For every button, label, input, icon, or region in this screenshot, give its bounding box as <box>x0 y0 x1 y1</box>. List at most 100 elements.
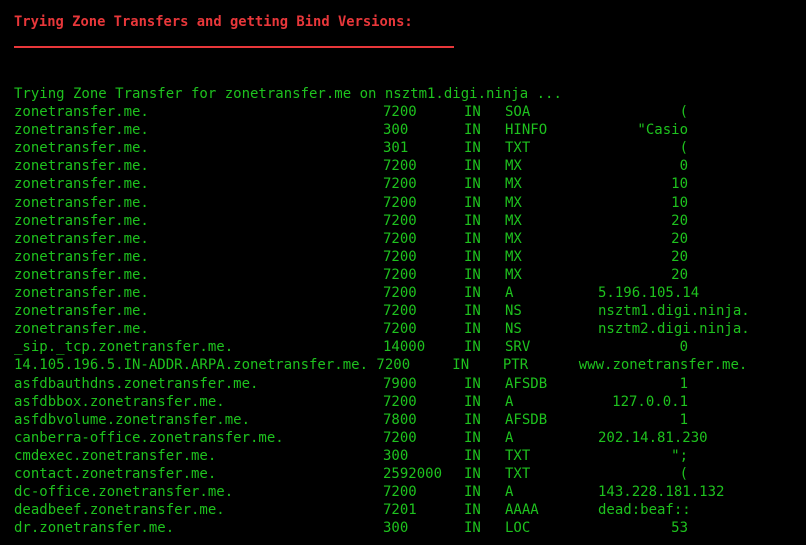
record-name: dc-office.zonetransfer.me. <box>14 484 234 501</box>
record-value: 5.196.105.14 <box>598 285 700 302</box>
record-ttl: 7200 <box>383 194 417 211</box>
record-class: IN <box>464 212 481 229</box>
record-name: zonetransfer.me. <box>14 230 149 247</box>
dns-record-row: zonetransfer.me. 7200 IN MX 10 <box>14 194 806 212</box>
dns-record-row: zonetransfer.me. 301 IN TXT( <box>14 139 806 157</box>
record-ttl: 7200 <box>383 266 417 283</box>
record-value: "Casio <box>637 122 688 139</box>
record-name: zonetransfer.me. <box>14 321 149 338</box>
record-class: IN <box>464 158 481 175</box>
dns-record-row: 14.105.196.5.IN-ADDR.ARPA.zonetransfer.m… <box>14 356 806 374</box>
record-value: 0 <box>679 339 688 356</box>
record-ttl: 7900 <box>383 375 417 392</box>
record-class: IN <box>464 520 481 537</box>
dns-record-row: zonetransfer.me. 7200 IN MX 20 <box>14 212 806 230</box>
record-name: zonetransfer.me. <box>14 104 149 121</box>
record-value: "; <box>671 447 688 464</box>
record-class: IN <box>464 285 481 302</box>
record-name: zonetransfer.me. <box>14 140 149 157</box>
record-value: 0 <box>679 158 688 175</box>
record-ttl: 7201 <box>383 502 417 519</box>
record-ttl: 7200 <box>383 321 417 338</box>
section-header: Trying Zone Transfers and getting Bind V… <box>14 14 413 30</box>
record-value: 10 <box>671 194 688 211</box>
record-ttl: 7800 <box>383 411 417 428</box>
record-class: IN <box>464 140 481 157</box>
record-ttl: 7200 <box>383 212 417 229</box>
record-value: 20 <box>671 230 688 247</box>
dns-record-row: asfdbauthdns.zonetransfer.me. 7900 IN AFSDB… <box>14 375 806 393</box>
dns-record-row: zonetransfer.me. 7200 IN MX 20 <box>14 266 806 284</box>
record-name: cmdexec.zonetransfer.me. <box>14 447 217 464</box>
record-value: 53 <box>671 520 688 537</box>
record-name: asfdbvolume.zonetransfer.me. <box>14 411 251 428</box>
record-name: zonetransfer.me. <box>14 176 149 193</box>
record-value: 20 <box>671 266 688 283</box>
record-class: IN <box>464 230 481 247</box>
dns-record-row: zonetransfer.me. 7200 IN NS nsztm1.digi.ninj… <box>14 302 806 320</box>
record-name: zonetransfer.me. <box>14 194 149 211</box>
record-ttl: 7200 <box>383 230 417 247</box>
record-name: zonetransfer.me. <box>14 285 149 302</box>
record-name: deadbeef.zonetransfer.me. <box>14 502 225 519</box>
record-class: IN <box>464 303 481 320</box>
record-ttl: 7200 <box>383 303 417 320</box>
dns-record-row: cmdexec.zonetransfer.me. 300 IN TXT "; <box>14 447 806 465</box>
record-ttl: 2592000 <box>383 465 443 482</box>
record-class: IN <box>464 122 481 139</box>
record-type: NS <box>505 303 522 320</box>
record-name: zonetransfer.me. <box>14 122 149 139</box>
record-class: IN <box>464 411 481 428</box>
record-ttl: 7200 <box>383 158 417 175</box>
record-value: 1 <box>679 411 688 428</box>
record-ttl: 300 <box>383 122 409 139</box>
record-value: 20 <box>671 248 688 265</box>
dns-record-row: canberra-office.zonetransfer.me. 7200 IN A 2… <box>14 429 806 447</box>
dns-record-row: deadbeef.zonetransfer.me. 7201 IN AAAA dead:… <box>14 501 806 519</box>
record-class: IN <box>464 248 481 265</box>
record-class: IN <box>464 393 481 410</box>
record-ttl: 7200 <box>383 285 417 302</box>
dns-record-row: asfdbvolume.zonetransfer.me. 7800 IN AFSDB 1 <box>14 411 806 429</box>
record-class: IN <box>464 465 481 482</box>
terminal-window[interactable]: Trying Zone Transfers and getting Bind V… <box>0 0 806 545</box>
record-class: IN <box>464 375 481 392</box>
record-class: IN <box>464 104 481 121</box>
record-name: zonetransfer.me. <box>14 248 149 265</box>
record-ttl: 14000 <box>383 339 426 356</box>
terminal-output: Trying Zone Transfer for zonetransfer.me… <box>14 85 806 537</box>
record-ttl: 7200 <box>383 248 417 265</box>
record-type: A <box>505 285 514 302</box>
record-value: ( <box>679 104 688 121</box>
record-value: 143.228.181.132 <box>598 484 725 501</box>
record-name: zonetransfer.me. <box>14 266 149 283</box>
record-class: IN <box>464 176 481 193</box>
record-value: 127.0.0.1 <box>612 393 688 410</box>
dns-record-row: dr.zonetransfer.me. 300 IN LOC 53 <box>14 519 806 537</box>
dns-record-row: asfdbbox.zonetransfer.me. 7200 IN A 127.0.0.… <box>14 393 806 411</box>
record-value: dead:beaf:: <box>598 502 691 519</box>
dns-record-row: zonetransfer.me. 7200 IN NS nsztm2.digi.ninj… <box>14 320 806 338</box>
record-name: contact.zonetransfer.me. <box>14 465 217 482</box>
status-line: Trying Zone Transfer for zonetransfer.me… <box>14 86 562 102</box>
dns-record-row: contact.zonetransfer.me. 2592000 IN TXT( <box>14 465 806 483</box>
record-ttl: 7200 <box>383 393 417 410</box>
dns-record-row: _sip._tcp.zonetransfer.me. 14000 IN SRV 0 <box>14 338 806 356</box>
record-type: NS <box>505 321 522 338</box>
header-underline <box>14 46 454 48</box>
record-class: IN <box>464 321 481 338</box>
record-ttl: 7200 <box>383 176 417 193</box>
record-value: nsztm1.digi.ninja. <box>598 303 750 320</box>
record-value: 20 <box>671 212 688 229</box>
record-name: zonetransfer.me. <box>14 303 149 320</box>
record-name: zonetransfer.me. <box>14 158 149 175</box>
record-ttl: 301 <box>383 140 409 157</box>
record-value: 202.14.81.230 <box>598 429 708 446</box>
record-name: _sip._tcp.zonetransfer.me. <box>14 339 234 356</box>
record-class: IN <box>464 339 481 356</box>
dns-record-text: 14.105.196.5.IN-ADDR.ARPA.zonetransfer.m… <box>14 357 748 374</box>
record-type: AAAA <box>505 502 539 519</box>
dns-record-row: zonetransfer.me. 7200 IN MX 20 <box>14 230 806 248</box>
record-value: nsztm2.digi.ninja. <box>598 321 750 338</box>
record-name: canberra-office.zonetransfer.me. <box>14 429 284 446</box>
